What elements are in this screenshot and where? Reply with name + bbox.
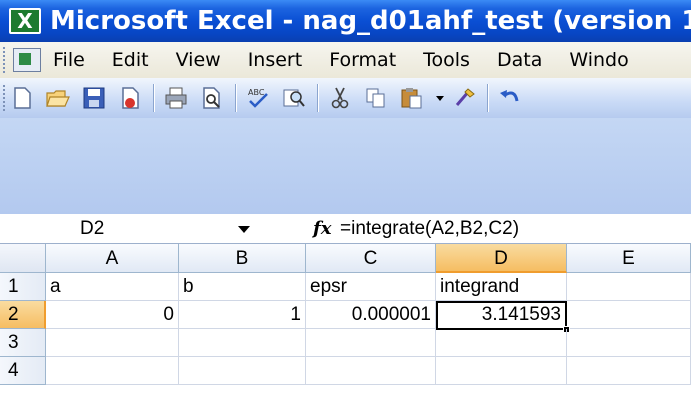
column-header-d[interactable]: D: [436, 244, 567, 273]
menu-data[interactable]: Data: [497, 49, 542, 71]
print-preview-icon[interactable]: [199, 85, 225, 111]
toolbar-separator: [317, 84, 319, 112]
row-header-2[interactable]: 2: [0, 301, 46, 329]
cell-c1[interactable]: epsr: [306, 273, 436, 301]
column-header-c[interactable]: C: [306, 244, 436, 273]
cell-b2[interactable]: 1: [179, 301, 306, 329]
cell-d3[interactable]: [436, 329, 567, 357]
row-header-4[interactable]: 4: [0, 357, 46, 385]
menu-edit[interactable]: Edit: [112, 49, 149, 71]
cell-d2-active[interactable]: 3.141593: [436, 301, 567, 330]
menu-format[interactable]: Format: [329, 49, 396, 71]
cell-a4[interactable]: [46, 357, 179, 385]
menu-insert[interactable]: Insert: [248, 49, 303, 71]
permission-icon[interactable]: [117, 85, 143, 111]
cell-e1[interactable]: [567, 273, 691, 301]
cell-b1[interactable]: b: [179, 273, 306, 301]
menu-file[interactable]: File: [53, 49, 85, 71]
window-title: Microsoft Excel - nag_d01ahf_test (versi…: [50, 6, 691, 36]
paste-options-arrow-icon[interactable]: [435, 85, 445, 111]
excel-icon[interactable]: X: [9, 8, 41, 34]
menu-bar: File Edit View Insert Format Tools Data …: [0, 42, 691, 78]
cell-e4[interactable]: [567, 357, 691, 385]
cell-a1[interactable]: a: [46, 273, 179, 301]
column-headers: A B C D E: [0, 244, 691, 273]
name-box[interactable]: D2: [0, 214, 200, 244]
insert-function-icon[interactable]: fx: [313, 214, 331, 244]
column-header-b[interactable]: B: [179, 244, 306, 273]
title-bar[interactable]: X Microsoft Excel - nag_d01ahf_test (ver…: [0, 0, 691, 42]
formula-bar: D2 fx =integrate(A2,B2,C2): [0, 214, 691, 244]
spelling-icon[interactable]: ABC: [245, 85, 271, 111]
column-header-a[interactable]: A: [46, 244, 179, 273]
cell-a3[interactable]: [46, 329, 179, 357]
toolbar-separator: [153, 84, 155, 112]
column-header-e[interactable]: E: [567, 244, 691, 273]
format-painter-icon[interactable]: [451, 85, 477, 111]
row-header-1[interactable]: 1: [0, 273, 46, 301]
cell-c4[interactable]: [306, 357, 436, 385]
row-header-3[interactable]: 3: [0, 329, 46, 357]
new-icon[interactable]: [9, 85, 35, 111]
cell-d4[interactable]: [436, 357, 567, 385]
save-icon[interactable]: [81, 85, 107, 111]
cell-e3[interactable]: [567, 329, 691, 357]
workbook-icon[interactable]: [13, 48, 41, 72]
print-icon[interactable]: [163, 85, 189, 111]
cell-b3[interactable]: [179, 329, 306, 357]
menu-grip[interactable]: [3, 47, 9, 73]
cell-c2[interactable]: 0.000001: [306, 301, 436, 329]
cell-b4[interactable]: [179, 357, 306, 385]
open-icon[interactable]: [45, 85, 71, 111]
name-box-dropdown-icon[interactable]: [238, 226, 250, 233]
toolbar-area: [0, 118, 691, 214]
select-all-corner[interactable]: [0, 244, 46, 273]
cell-c3[interactable]: [306, 329, 436, 357]
research-icon[interactable]: [281, 85, 307, 111]
cell-a2[interactable]: 0: [46, 301, 179, 329]
menu-view[interactable]: View: [176, 49, 221, 71]
toolbar-separator: [487, 84, 489, 112]
undo-icon[interactable]: [497, 85, 523, 111]
cell-d1[interactable]: integrand: [436, 273, 567, 301]
copy-icon[interactable]: [363, 85, 389, 111]
standard-toolbar: ABC: [0, 78, 691, 118]
paste-icon[interactable]: [399, 85, 425, 111]
cut-icon[interactable]: [327, 85, 353, 111]
menu-tools[interactable]: Tools: [423, 49, 470, 71]
menu-window[interactable]: Windo: [569, 49, 628, 71]
formula-input[interactable]: =integrate(A2,B2,C2): [340, 214, 519, 244]
worksheet-grid: A B C D E 1 a b epsr integrand 2 0 1 0.0…: [0, 244, 691, 408]
cell-e2[interactable]: [567, 301, 691, 329]
toolbar-separator: [235, 84, 237, 112]
svg-text:ABC: ABC: [248, 88, 265, 97]
